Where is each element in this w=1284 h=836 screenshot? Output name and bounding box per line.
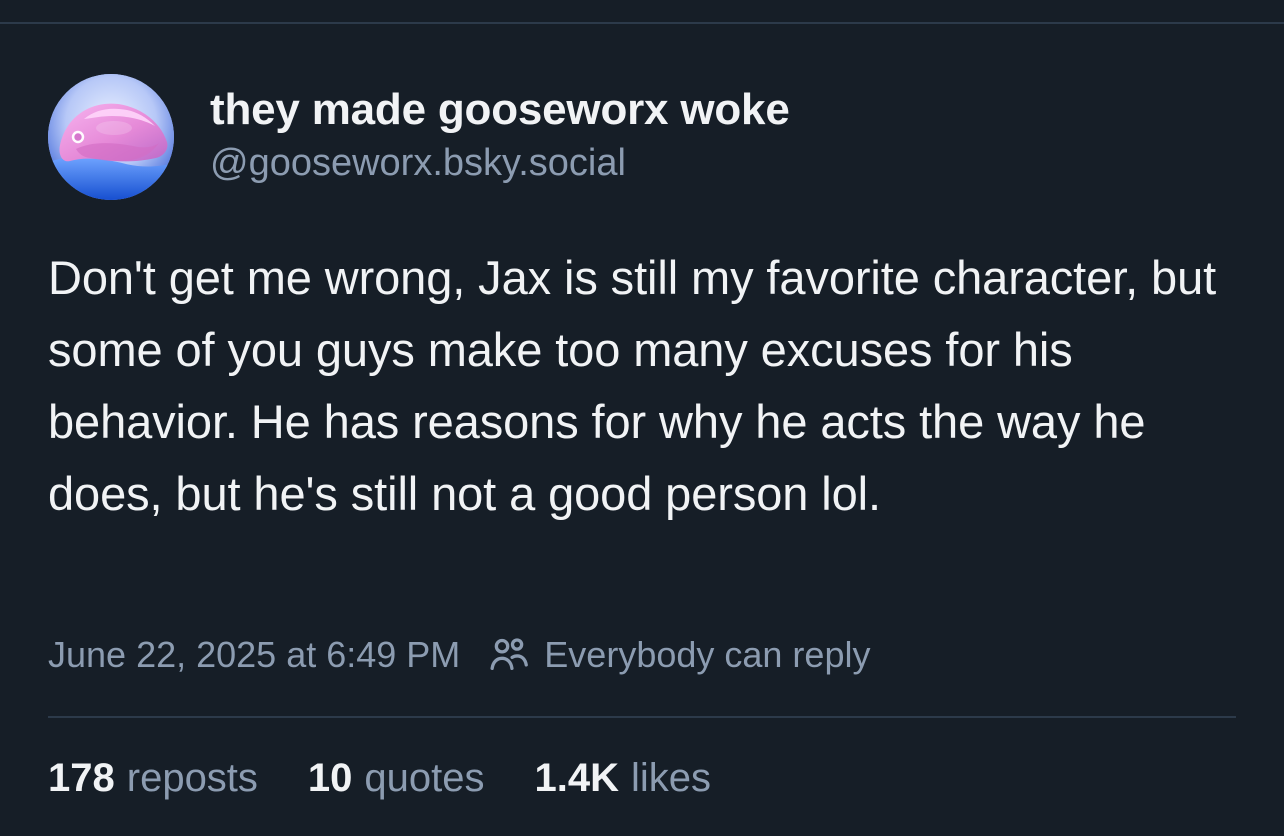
users-icon (486, 632, 532, 678)
author-display-name[interactable]: they made gooseworx woke (210, 83, 790, 137)
post-meta: June 22, 2025 at 6:49 PM Everybody can r… (48, 631, 870, 679)
reply-setting-label[interactable]: Everybody can reply (544, 631, 870, 679)
author-handle[interactable]: @gooseworx.bsky.social (210, 139, 790, 187)
likes-count: 1.4K (534, 756, 620, 800)
quotes-stat[interactable]: 10 quotes (308, 752, 485, 804)
reposts-label: reposts (126, 756, 258, 800)
reposts-stat[interactable]: 178 reposts (48, 752, 258, 804)
likes-stat[interactable]: 1.4K likes (535, 752, 712, 804)
pink-creature-avatar-icon (48, 74, 174, 200)
stats-divider (48, 716, 1236, 718)
post-header: they made gooseworx woke @gooseworx.bsky… (48, 74, 790, 200)
post-thread-view: they made gooseworx woke @gooseworx.bsky… (0, 0, 1284, 836)
top-divider (0, 22, 1284, 24)
likes-label: likes (631, 756, 712, 800)
quotes-label: quotes (364, 756, 485, 800)
quotes-count: 10 (307, 756, 353, 800)
post-text: Don't get me wrong, Jax is still my favo… (48, 251, 1217, 520)
post-timestamp[interactable]: June 22, 2025 at 6:49 PM (48, 631, 460, 679)
reposts-count: 178 (48, 756, 115, 800)
post-stats: 178 reposts 10 quotes 1.4K likes (48, 752, 711, 804)
author-info: they made gooseworx woke @gooseworx.bsky… (210, 83, 790, 187)
author-avatar[interactable] (48, 74, 174, 200)
